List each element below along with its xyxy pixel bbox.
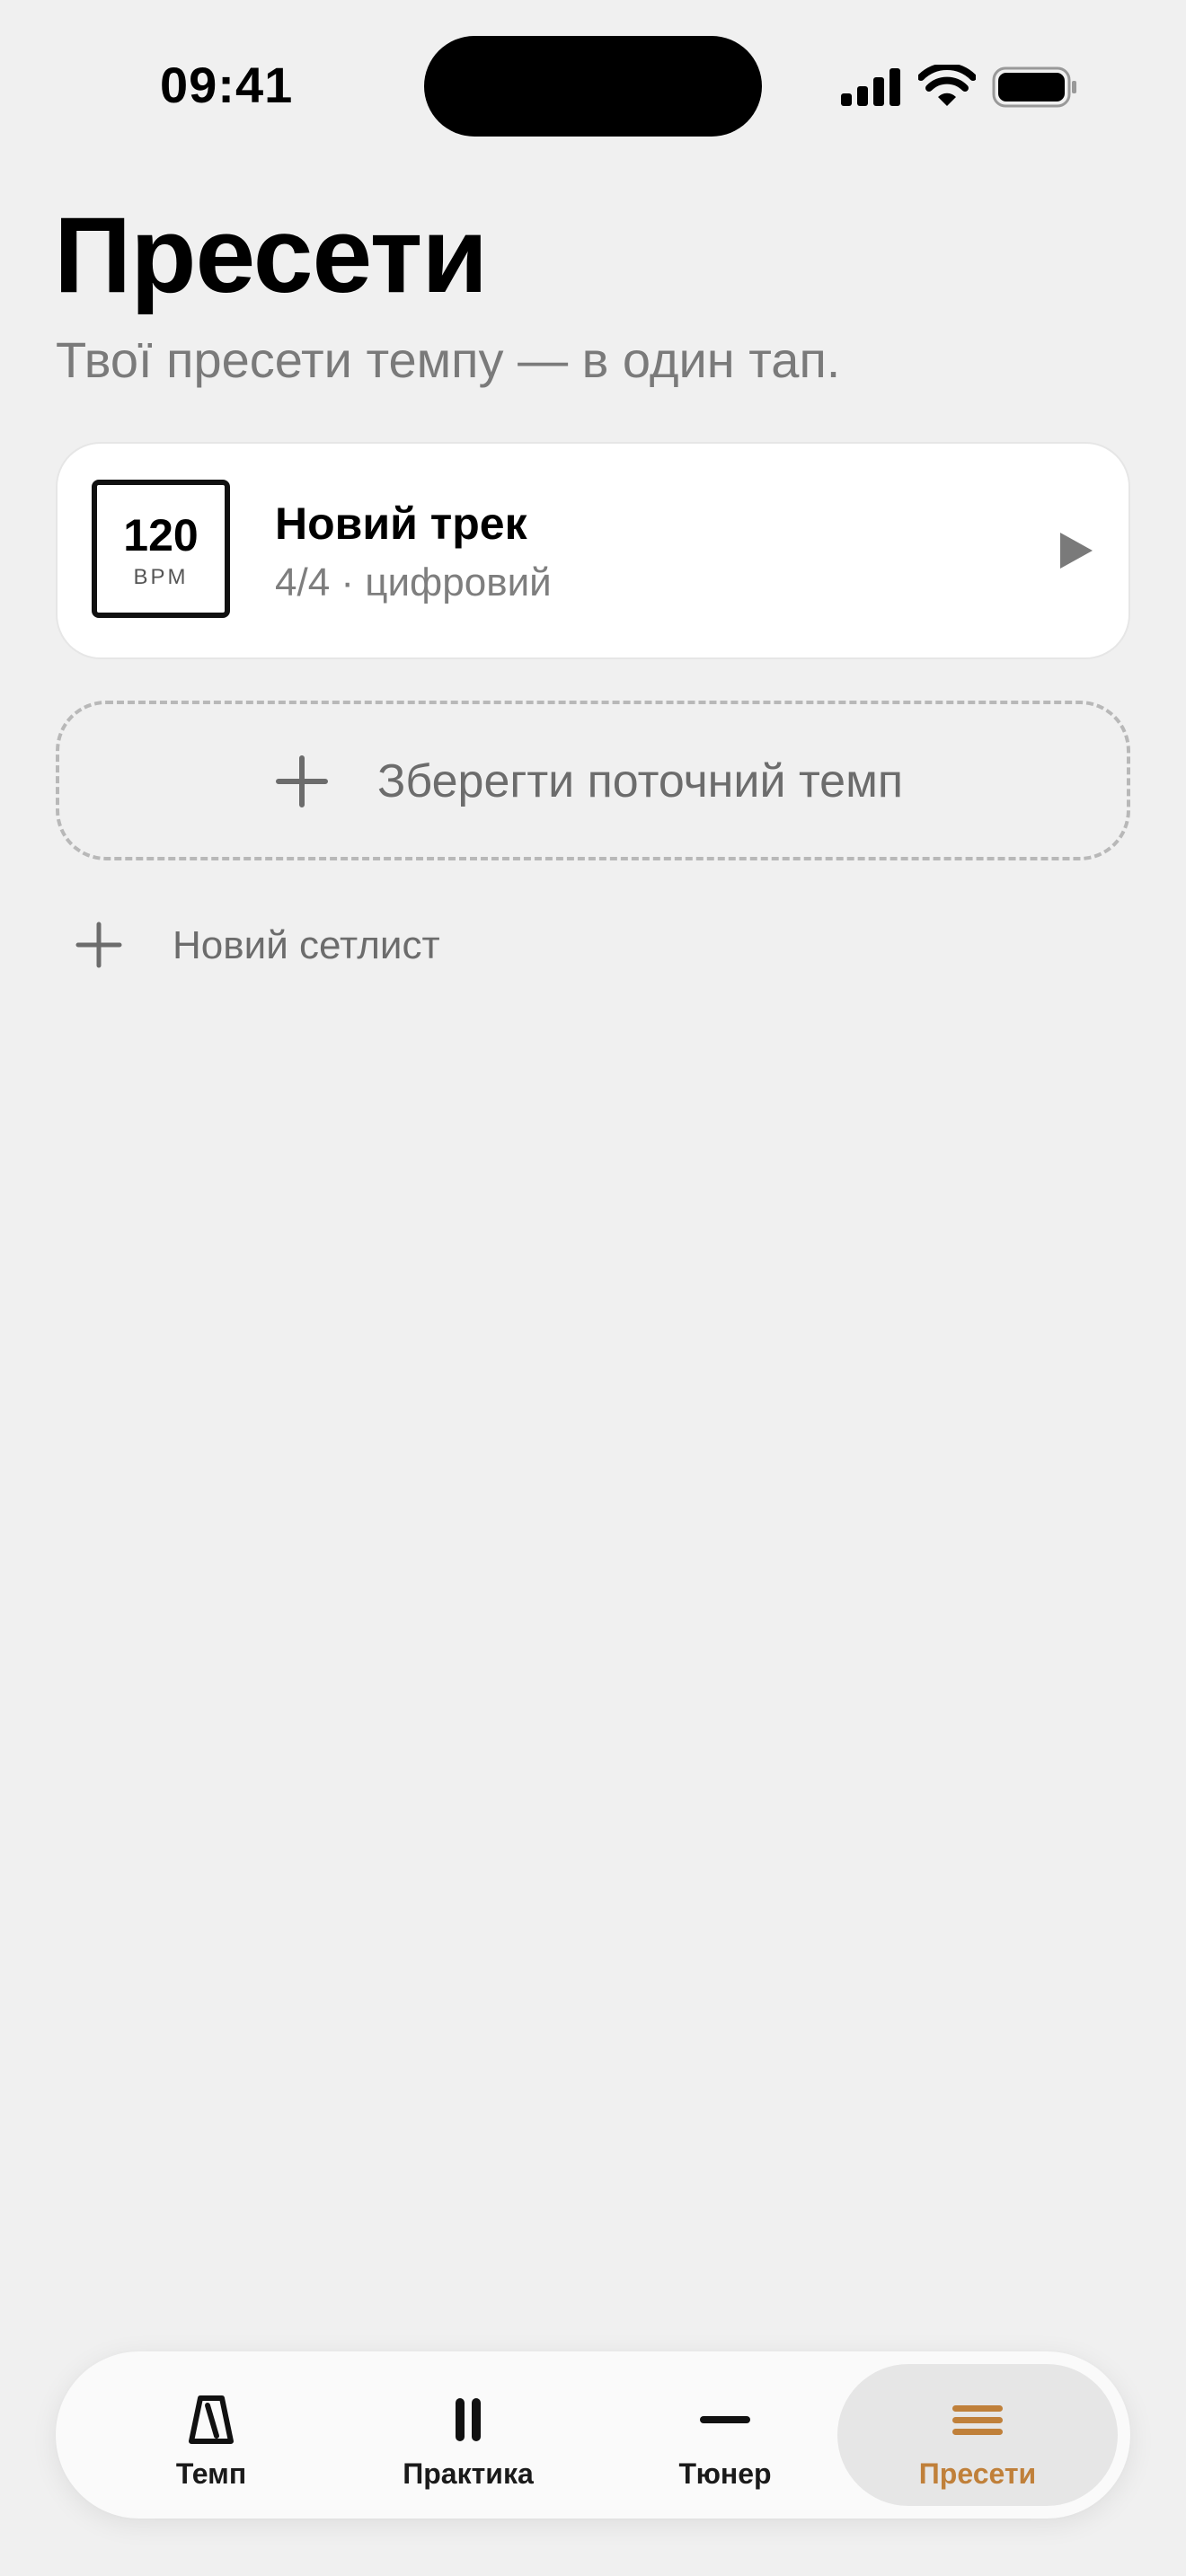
save-current-tempo-label: Зберегти поточний темп	[377, 755, 903, 807]
status-time: 09:41	[160, 57, 294, 113]
page-subtitle: Твої пресети темпу — в один тап.	[56, 331, 841, 388]
tab-label: Темп	[175, 2457, 247, 2490]
tab-label: Пресети	[918, 2457, 1037, 2490]
tab-tuner[interactable]: Тюнер	[597, 2351, 854, 2519]
battery-icon	[992, 66, 1076, 108]
dynamic-island	[424, 36, 762, 137]
tab-presets[interactable]: Пресети	[836, 2351, 1118, 2519]
save-current-tempo-button[interactable]: Зберегти поточний темп	[56, 701, 1130, 860]
tuner-line-icon	[700, 2416, 750, 2423]
cellular-signal-icon	[841, 68, 900, 106]
preset-name: Новий трек	[275, 498, 527, 549]
new-setlist-label: Новий сетлист	[173, 923, 440, 967]
bpm-badge: 120 BPM	[92, 480, 230, 618]
wifi-icon	[918, 65, 976, 106]
page-title: Пресети	[54, 195, 488, 315]
play-icon[interactable]	[1057, 530, 1096, 571]
preset-card[interactable]: 120 BPM Новий трек 4/4 · цифровий	[58, 444, 1128, 657]
new-setlist-button[interactable]: Новий сетлист	[54, 907, 521, 983]
tab-bar: Темп Практика Тюнер Пресети	[56, 2351, 1130, 2519]
list-lines-icon	[952, 2405, 1003, 2435]
plus-icon	[75, 922, 122, 968]
tab-practice[interactable]: Практика	[340, 2351, 597, 2519]
metronome-icon	[189, 2395, 234, 2444]
bpm-value: 120	[123, 510, 199, 560]
tab-label: Практика	[403, 2457, 534, 2490]
preset-meta: 4/4 · цифровий	[275, 560, 552, 604]
pause-bars-icon	[456, 2398, 481, 2441]
tab-tempo[interactable]: Темп	[83, 2351, 340, 2519]
tab-label: Тюнер	[678, 2457, 772, 2490]
bpm-unit: BPM	[133, 565, 189, 589]
plus-icon	[276, 755, 328, 807]
